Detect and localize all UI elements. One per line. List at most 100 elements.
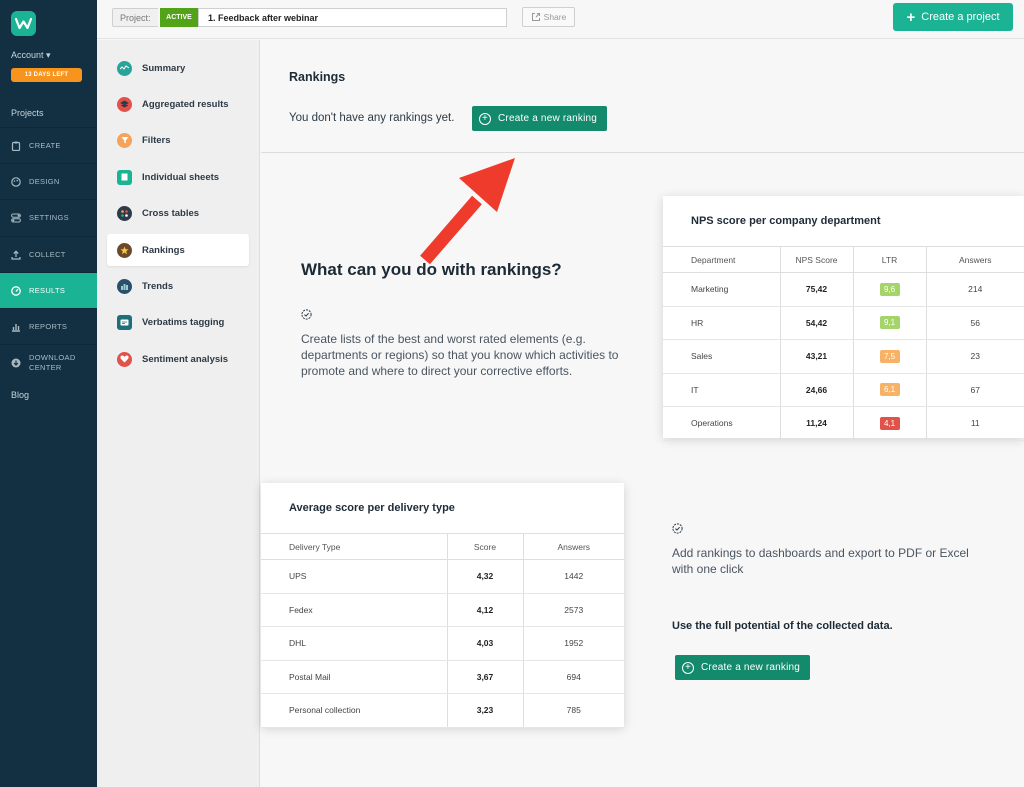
nav-download-center[interactable]: DOWNLOAD CENTER (0, 344, 97, 380)
project-name-field[interactable]: 1. Feedback after webinar (198, 8, 507, 27)
cell-department: Marketing (663, 272, 781, 307)
logo-icon (15, 17, 32, 30)
cell-answers: 785 (523, 693, 624, 728)
star-icon (117, 242, 132, 258)
ltr-badge: 9,6 (879, 282, 900, 296)
subnav-rankings[interactable]: Rankings (107, 234, 249, 266)
ltr-badge: 4,1 (879, 416, 900, 430)
cross-tables-icon (117, 205, 132, 221)
col-nps-score: NPS Score (780, 246, 854, 273)
ltr-badge: 9,1 (879, 316, 900, 330)
gauge-icon (11, 285, 21, 296)
ltr-badge: 7,5 (879, 349, 900, 363)
sheet-icon (117, 169, 132, 185)
trends-icon (117, 278, 132, 294)
table-row: Sales 43,21 7,5 23 (663, 339, 1024, 374)
subnav-summary[interactable]: Summary (107, 52, 249, 84)
cell-answers: 11 (926, 406, 1024, 441)
nps-ranking-card: NPS score per company department Departm… (663, 196, 1024, 441)
subnav-cross-tables[interactable]: Cross tables (107, 197, 249, 229)
nav-collect-label: COLLECT (29, 250, 66, 259)
cell-score: 4,12 (447, 593, 524, 627)
top-bar: Project: ACTIVE 1. Feedback after webina… (97, 0, 1024, 39)
arrow-annotation (420, 158, 515, 265)
table-row: DHL 4,03 1952 (261, 626, 624, 661)
check-badge-icon (301, 309, 312, 320)
account-menu[interactable]: Account ▾ (11, 50, 51, 61)
nps-table-header: Department NPS Score LTR Answers (663, 246, 1024, 273)
nav-settings[interactable]: SETTINGS (0, 199, 97, 235)
subnav-aggregated-results[interactable]: Aggregated results (107, 88, 249, 120)
nav-settings-label: SETTINGS (29, 213, 69, 222)
create-ranking-label: Create a new ranking (498, 113, 598, 124)
cell-ltr: 6,1 (853, 373, 927, 407)
cell-department: HR (663, 306, 781, 340)
nav-download-center-label: DOWNLOAD CENTER (29, 352, 76, 372)
divider (261, 152, 1024, 153)
upload-icon (11, 249, 21, 260)
main-content: Rankings You don't have any rankings yet… (261, 40, 1024, 787)
cell-answers: 23 (926, 339, 1024, 374)
create-ranking-button-2[interactable]: + Create a new ranking (675, 655, 811, 680)
tag-icon (117, 314, 132, 330)
cell-answers: 214 (926, 272, 1024, 307)
subnav-verbatims-tagging[interactable]: Verbatims tagging (107, 306, 249, 338)
nav-design[interactable]: DESIGN (0, 163, 97, 199)
create-project-button[interactable]: + Create a project (893, 3, 1013, 31)
cell-nps-score: 24,66 (780, 373, 854, 407)
subnav-filters[interactable]: Filters (107, 124, 249, 156)
table-row: IT 24,66 6,1 67 (663, 373, 1024, 407)
table-row: UPS 4,32 1442 (261, 559, 624, 594)
nav-results-label: RESULTS (29, 286, 66, 295)
check-badge-icon (672, 523, 683, 534)
subnav-verbatims-tagging-label: Verbatims tagging (142, 316, 225, 328)
col-ltr: LTR (853, 246, 927, 273)
table-row: Marketing 75,42 9,6 214 (663, 272, 1024, 307)
cell-score: 3,67 (447, 660, 524, 694)
nav-design-label: DESIGN (29, 177, 60, 186)
nav-reports-label: REPORTS (29, 322, 68, 331)
col-answers: Answers (523, 533, 624, 560)
create-ranking-button[interactable]: + Create a new ranking (472, 106, 608, 131)
nav-results[interactable]: RESULTS (0, 272, 97, 308)
palette-icon (11, 176, 21, 187)
col-score: Score (447, 533, 524, 560)
create-project-label: Create a project (921, 11, 1000, 23)
cell-score: 3,23 (447, 693, 524, 728)
page-title: Rankings (289, 70, 346, 84)
cell-answers: 67 (926, 373, 1024, 407)
col-delivery-type: Delivery Type (261, 533, 448, 560)
plus-circle-icon: + (479, 112, 491, 125)
delivery-card-title: Average score per delivery type (289, 502, 455, 514)
subnav-cross-tables-label: Cross tables (142, 207, 200, 219)
nps-table-body: Marketing 75,42 9,6 214 HR 54,42 9,1 56 Sales 43,… (663, 272, 1024, 441)
cell-department: IT (663, 373, 781, 407)
filter-icon (117, 132, 132, 148)
plus-circle-icon: + (682, 661, 694, 674)
subnav-trends[interactable]: Trends (107, 270, 249, 302)
summary-icon (117, 60, 132, 76)
cell-score: 4,32 (447, 559, 524, 594)
blog-link[interactable]: Blog (11, 390, 29, 400)
projects-link[interactable]: Projects (11, 108, 44, 118)
subnav-sentiment-analysis[interactable]: Sentiment analysis (107, 343, 249, 375)
cell-answers: 694 (523, 660, 624, 694)
toggles-icon (11, 213, 21, 223)
col-answers: Answers (926, 246, 1024, 273)
table-row: Fedex 4,12 2573 (261, 593, 624, 627)
cell-delivery-type: Personal collection (261, 693, 448, 728)
logo[interactable] (11, 11, 36, 36)
cell-answers: 2573 (523, 593, 624, 627)
heart-icon (117, 351, 132, 367)
cell-nps-score: 43,21 (780, 339, 854, 374)
results-subnav: Summary Aggregated results Filters Indiv… (97, 40, 260, 787)
nav-reports[interactable]: REPORTS (0, 308, 97, 344)
subnav-individual-sheets[interactable]: Individual sheets (107, 161, 249, 193)
nav-create[interactable]: CREATE (0, 127, 97, 163)
nav-collect[interactable]: COLLECT (0, 236, 97, 272)
cell-nps-score: 75,42 (780, 272, 854, 307)
share-button[interactable]: Share (522, 7, 575, 27)
cell-delivery-type: Fedex (261, 593, 448, 627)
subnav-rankings-label: Rankings (142, 244, 185, 256)
delivery-ranking-card: Average score per delivery type Delivery… (261, 483, 624, 728)
